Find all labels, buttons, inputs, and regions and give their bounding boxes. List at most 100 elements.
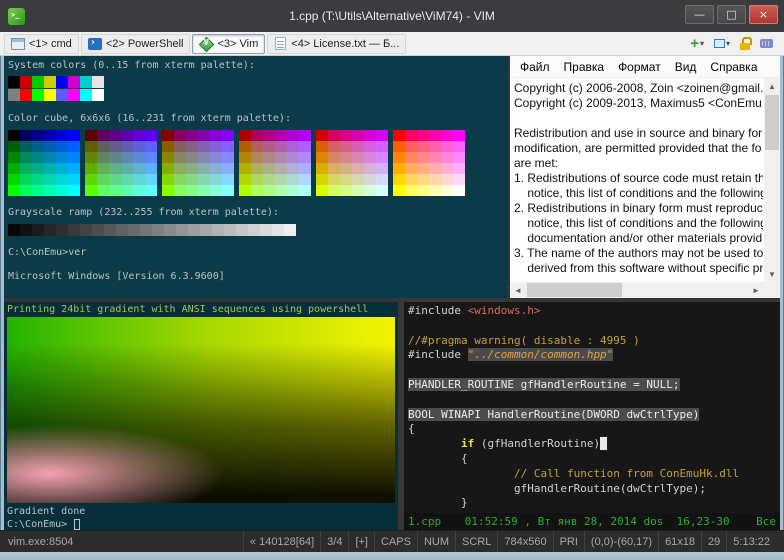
gray-swatch — [236, 224, 248, 236]
color-swatch — [417, 130, 429, 141]
color-swatch — [441, 130, 453, 141]
color-swatch — [145, 141, 157, 152]
color-swatch — [441, 174, 453, 185]
color-swatch — [32, 185, 44, 196]
gradient-header: Printing 24bit gradient with ANSI sequen… — [7, 303, 395, 316]
vim-pane[interactable]: #include <windows.h>//#pragma warning( d… — [404, 302, 780, 530]
color-swatch — [8, 174, 20, 185]
horizontal-scroll-thumb[interactable] — [527, 283, 622, 297]
tab-cmd[interactable]: <1> cmd — [4, 34, 79, 54]
new-console-button[interactable]: + ▾ — [687, 35, 707, 53]
notepad-horizontal-scrollbar[interactable]: ◄ ► — [510, 282, 764, 298]
color-swatch — [287, 152, 299, 163]
scroll-down-icon[interactable]: ▼ — [764, 266, 780, 282]
color-swatch — [328, 130, 340, 141]
code-line: PHANDLER_ROUTINE gfHandlerRoutine = NULL… — [408, 378, 778, 393]
color-swatch — [145, 152, 157, 163]
notepad-pane[interactable]: ФайлПравкаФорматВидСправка Copyright (c)… — [510, 56, 780, 298]
color-swatch — [239, 152, 251, 163]
color-swatch — [352, 174, 364, 185]
color-swatch — [287, 130, 299, 141]
color-swatch — [44, 152, 56, 163]
gray-swatch — [140, 224, 152, 236]
tab-vim[interactable]: <3> Vim — [192, 34, 265, 54]
color-swatch — [251, 174, 263, 185]
notepad-vertical-scrollbar[interactable]: ▲ ▼ — [764, 78, 780, 282]
color-swatch — [429, 141, 441, 152]
color-swatch — [8, 141, 20, 152]
color-swatch — [287, 185, 299, 196]
color-swatch — [174, 152, 186, 163]
color-swatch — [352, 141, 364, 152]
maximize-button[interactable]: □ — [717, 5, 746, 24]
color-swatch — [97, 130, 109, 141]
color-swatch — [441, 163, 453, 174]
color-swatch — [174, 141, 186, 152]
color-swatch — [441, 185, 453, 196]
cube-row — [393, 185, 465, 196]
system-colors-swatch — [8, 76, 504, 102]
code-token: } — [408, 496, 468, 509]
color-swatch — [275, 130, 287, 141]
tab-label: <4> License.txt — Б... — [291, 38, 399, 50]
menu-item[interactable]: Формат — [611, 60, 668, 74]
title-bar[interactable]: 1.cpp (T:\Utils\Alternative\ViM74) - VIM… — [0, 0, 784, 32]
minimize-button[interactable]: — — [685, 5, 714, 24]
color-swatch — [198, 163, 210, 174]
close-button[interactable]: × — [749, 5, 778, 24]
color-swatch — [429, 152, 441, 163]
color-swatch — [251, 185, 263, 196]
cube-row — [239, 130, 311, 141]
tab-powershell[interactable]: <2> PowerShell — [81, 34, 191, 54]
keyboard-button[interactable] — [757, 35, 776, 53]
scroll-up-icon[interactable]: ▲ — [764, 78, 780, 94]
scroll-right-icon[interactable]: ► — [748, 282, 764, 298]
color-swatch — [133, 130, 145, 141]
color-swatch — [97, 141, 109, 152]
color-swatch — [56, 141, 68, 152]
status-segment: 3/4 — [320, 531, 348, 552]
code-line — [408, 393, 778, 408]
color-swatch — [121, 174, 133, 185]
color-swatch — [44, 185, 56, 196]
terminal-pane[interactable]: System colors (0..15 from xterm palette)… — [4, 56, 508, 298]
color-swatch — [364, 174, 376, 185]
color-swatch — [198, 130, 210, 141]
color-swatch — [453, 174, 465, 185]
cube-row — [316, 152, 388, 163]
lock-button[interactable] — [737, 35, 753, 53]
license-line: 3. The name of the authors may not be us… — [514, 246, 763, 261]
status-segment: 784x560 — [497, 531, 552, 552]
powershell-pane[interactable]: Printing 24bit gradient with ANSI sequen… — [4, 302, 398, 530]
color-swatch — [145, 130, 157, 141]
cube-row — [162, 130, 234, 141]
vertical-scroll-thumb[interactable] — [765, 95, 779, 150]
color-swatch — [352, 163, 364, 174]
cube-row — [8, 174, 80, 185]
code-line: if (gfHandlerRoutine) — [408, 437, 778, 452]
scroll-left-icon[interactable]: ◄ — [510, 282, 526, 298]
color-swatch — [376, 141, 388, 152]
cube-row — [239, 152, 311, 163]
color-swatch — [44, 141, 56, 152]
color-swatch — [364, 130, 376, 141]
color-swatch — [453, 141, 465, 152]
cube-row — [316, 174, 388, 185]
gray-swatch — [44, 224, 56, 236]
menu-item[interactable]: Правка — [557, 60, 612, 74]
menu-item[interactable]: Справка — [703, 60, 764, 74]
menu-item[interactable]: Вид — [668, 60, 704, 74]
color-swatch — [340, 152, 352, 163]
color-swatch — [405, 141, 417, 152]
color-swatch — [328, 174, 340, 185]
console-switch-button[interactable]: ▾ — [711, 35, 733, 53]
code-token: #include — [408, 348, 468, 361]
console-window-icon — [714, 39, 725, 48]
menu-item[interactable]: Файл — [513, 60, 557, 74]
color-swatch — [316, 174, 328, 185]
color-swatch — [393, 141, 405, 152]
process-label: vim.exe:8504 — [8, 536, 73, 548]
notepad-text[interactable]: Copyright (c) 2006-2008, Zoin <zoinen@gm… — [514, 81, 763, 281]
tab-license[interactable]: <4> License.txt — Б... — [267, 34, 406, 54]
color-swatch — [20, 152, 32, 163]
